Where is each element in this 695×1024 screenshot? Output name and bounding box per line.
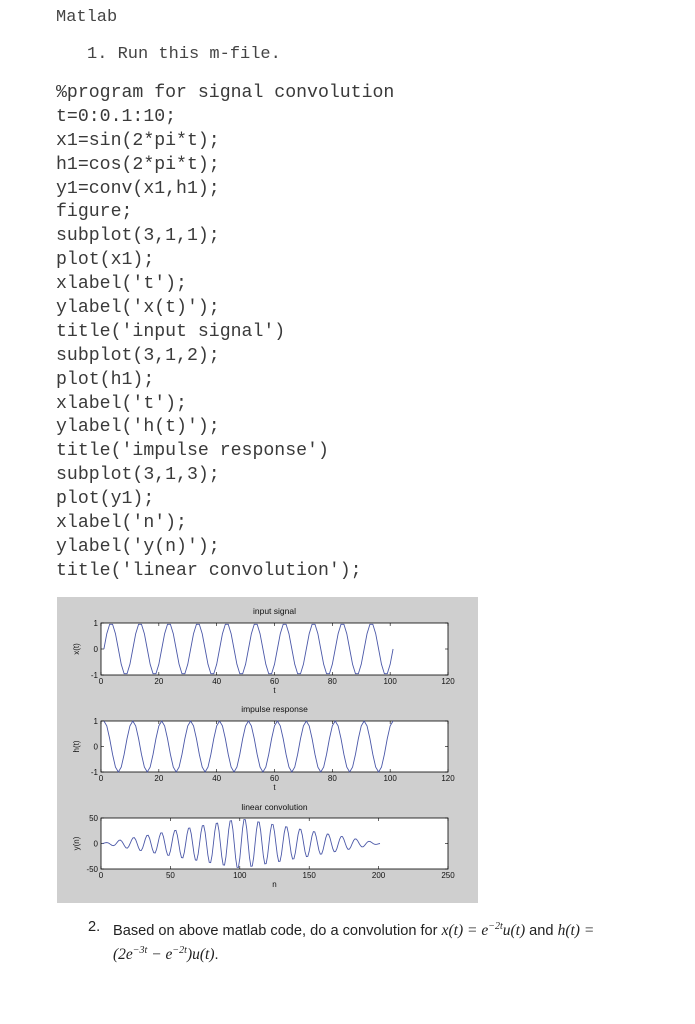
- h-exponent-2: −2t: [172, 945, 187, 957]
- x-tick-label: 20: [154, 677, 163, 686]
- x-tick-label: 120: [441, 677, 455, 686]
- x-tick-label: 100: [233, 871, 247, 880]
- x-def: x(t) = e: [441, 922, 489, 940]
- code-line: subplot(3,1,3);: [56, 465, 220, 486]
- code-line: plot(h1);: [56, 369, 155, 390]
- y-tick-label: -50: [86, 865, 98, 874]
- plot-area: [100, 622, 449, 676]
- x-tick-label: 120: [441, 774, 455, 783]
- code-line: title('impulse response'): [56, 441, 329, 462]
- code-line: subplot(3,1,2);: [56, 345, 220, 366]
- question-2-number: 2.: [88, 919, 101, 935]
- q2-text-before: Based on above matlab code, do a convolu…: [113, 923, 442, 940]
- y-tick-label: 0: [94, 743, 99, 752]
- x-tick-label: 40: [212, 774, 221, 783]
- x-tick-label: 100: [383, 677, 397, 686]
- y-tick-label: -1: [91, 671, 99, 680]
- x-axis-label: t: [273, 783, 276, 792]
- h-expression: (2e−3t − e−2t)u(t): [113, 945, 215, 964]
- y-axis-label: h(t): [72, 740, 81, 752]
- chart-title: impulse response: [241, 704, 308, 714]
- code-line: x1=sin(2*pi*t);: [56, 130, 220, 151]
- y-axis-label: y(n): [72, 836, 81, 850]
- code-line: title('linear convolution');: [56, 560, 362, 581]
- code-line: plot(y1);: [56, 489, 155, 510]
- x-tick-label: 150: [303, 871, 317, 880]
- y-tick-label: 1: [94, 619, 99, 628]
- x-tick-label: 250: [441, 871, 455, 880]
- x-tick-label: 50: [166, 871, 175, 880]
- x-tick-label: 0: [99, 871, 104, 880]
- code-line: figure;: [56, 202, 133, 223]
- question-2-text: Based on above matlab code, do a convolu…: [113, 917, 693, 965]
- matlab-figure: input signal 0 20 40 60 80 100 120 -1 0 1 t x(t) impu…: [57, 597, 478, 903]
- h-exponent-1: −3t: [132, 945, 148, 957]
- x-definition: x(t) = e−2tu(t): [441, 921, 526, 940]
- code-line: h1=cos(2*pi*t);: [56, 154, 220, 175]
- y-axis-label: x(t): [72, 643, 81, 655]
- code-line: ylabel('x(t)');: [56, 298, 220, 319]
- code-line: ylabel('y(n)');: [56, 536, 220, 557]
- y-tick-label: -1: [91, 768, 99, 777]
- x-axis-label: n: [272, 880, 276, 889]
- x-tick-label: 80: [328, 774, 337, 783]
- y-tick-label: 50: [89, 814, 98, 823]
- x-tick-label: 80: [328, 677, 337, 686]
- code-line: xlabel('t');: [56, 274, 187, 295]
- code-line: xlabel('n');: [56, 513, 187, 534]
- x-tick-label: 200: [372, 871, 386, 880]
- x-exponent: −2t: [488, 921, 503, 932]
- h-part-b: − e: [147, 946, 173, 964]
- code-line: y1=conv(x1,h1);: [56, 178, 220, 199]
- x-tick-label: 100: [383, 774, 397, 783]
- h-part-a: (2e: [113, 946, 133, 964]
- y-tick-label: 0: [94, 645, 99, 654]
- code-line: %program for signal convolution: [56, 83, 395, 103]
- code-line: plot(x1);: [56, 250, 155, 271]
- q2-mid: and: [525, 923, 558, 940]
- figure-canvas: input signal0 20 40 60 80 100 120-101tx(t)impu…: [72, 606, 455, 889]
- y-tick-label: 1: [94, 717, 99, 726]
- code-line: t=0:0.1:10;: [56, 106, 177, 127]
- h-part-c: )u(t): [186, 946, 215, 964]
- matlab-code-block: %program for signal convolution t=0:0.1:1…: [56, 82, 394, 584]
- x-tick-label: 0: [99, 774, 104, 783]
- code-line: xlabel('t');: [56, 393, 187, 414]
- x-tail: u(t): [502, 922, 526, 940]
- step-1-instruction: 1. Run this m-file.: [87, 45, 281, 64]
- plot-area: [100, 720, 449, 773]
- chart-title: linear convolution: [241, 802, 307, 812]
- x-tick-label: 20: [154, 774, 163, 783]
- page-heading: Matlab: [56, 8, 118, 27]
- x-tick-label: 60: [270, 677, 279, 686]
- x-tick-label: 60: [270, 774, 279, 783]
- y-tick-label: 0: [94, 840, 99, 849]
- h-definition: h(t) =: [557, 922, 595, 940]
- chart-title: input signal: [253, 606, 296, 616]
- x-tick-label: 40: [212, 677, 221, 686]
- x-axis-label: t: [273, 686, 276, 695]
- x-tick-label: 0: [99, 677, 104, 686]
- code-line: subplot(3,1,1);: [56, 226, 220, 247]
- plot-area: [100, 817, 449, 870]
- code-line: title('input signal'): [56, 321, 286, 342]
- code-line: ylabel('h(t)');: [56, 417, 220, 438]
- q2-end: .: [214, 947, 219, 964]
